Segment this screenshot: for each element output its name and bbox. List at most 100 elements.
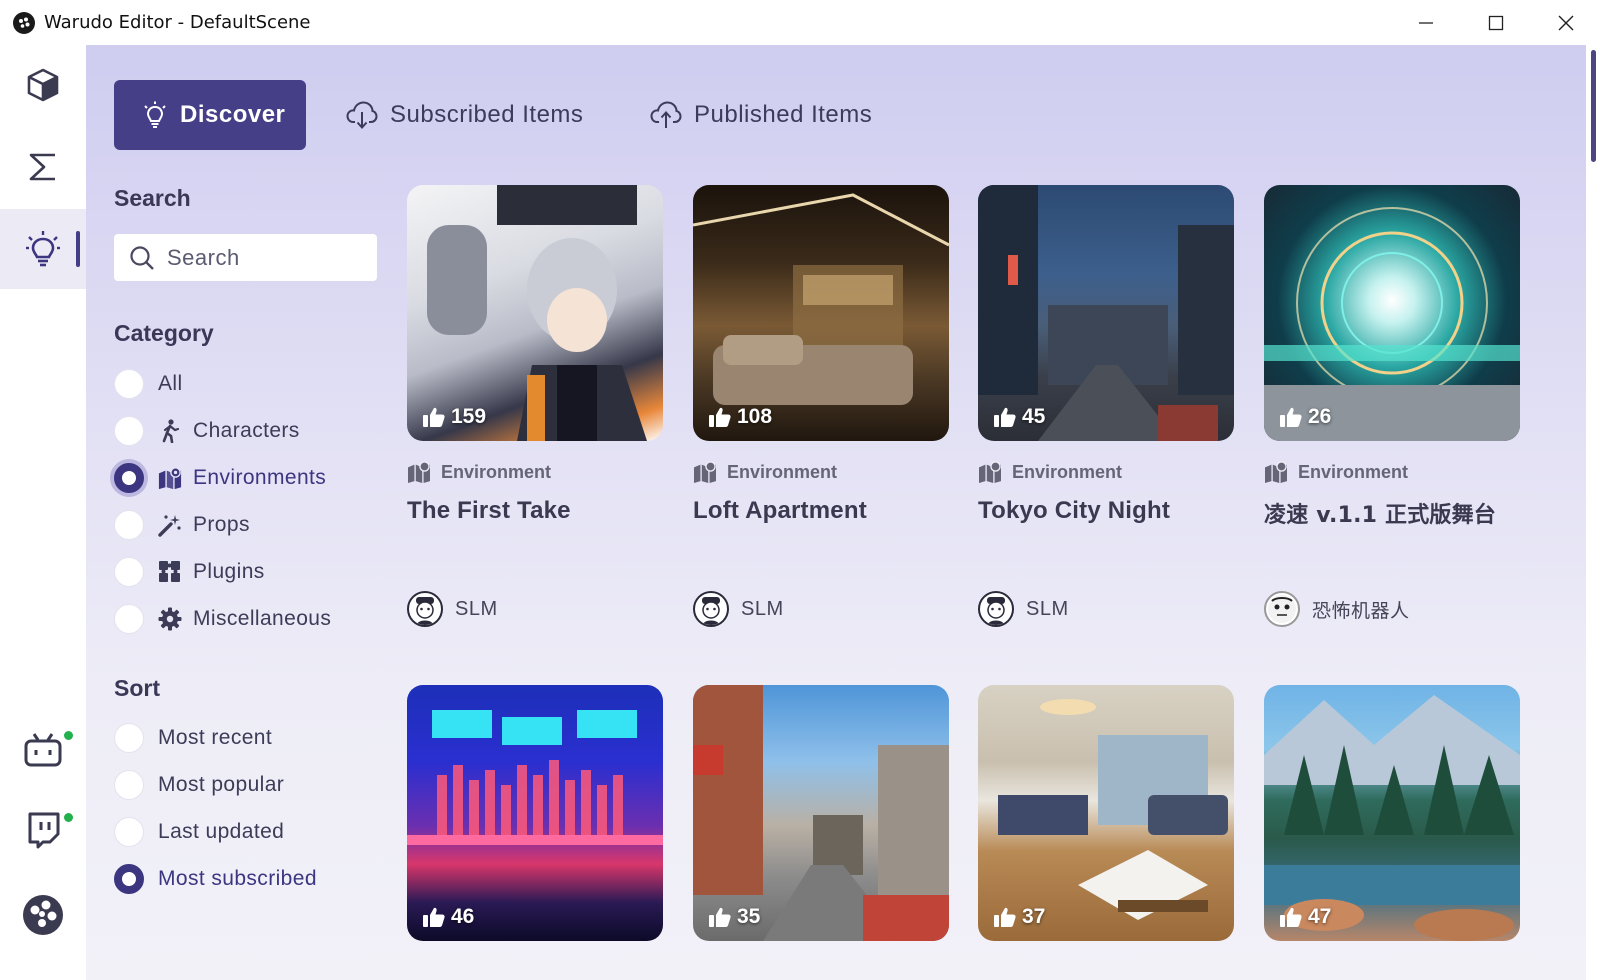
workshop-card[interactable]: 37	[978, 685, 1234, 941]
thumbs-up-icon	[709, 907, 731, 927]
author-name: SLM	[1026, 597, 1069, 620]
card-category: Environment	[693, 461, 949, 483]
card-author[interactable]: SLM	[693, 591, 784, 627]
rail-logo-button[interactable]	[0, 875, 86, 955]
card-author[interactable]: SLM	[978, 591, 1069, 627]
thumbnail-art	[427, 185, 647, 441]
sort-label: Last updated	[158, 820, 285, 843]
workshop-card[interactable]: 45 Environment Tokyo City Night SLM	[978, 185, 1234, 627]
workshop-card[interactable]: 47	[1264, 685, 1520, 941]
radio-button[interactable]	[114, 604, 144, 634]
map-icon	[979, 461, 1001, 483]
radio-button[interactable]	[114, 369, 144, 399]
card-thumbnail[interactable]: 45	[978, 185, 1234, 441]
search-input[interactable]	[167, 244, 367, 271]
avatar	[1264, 591, 1300, 627]
sigma-icon	[29, 153, 55, 181]
workshop-card[interactable]: 26 Environment 凌速 v.1.1 正式版舞台 恐怖机器人	[1264, 185, 1520, 627]
likes-count: 47	[1280, 905, 1331, 929]
cloud-upload-icon	[650, 101, 682, 128]
search-icon	[130, 245, 154, 270]
thumbs-up-icon	[994, 907, 1016, 927]
category-label: Props	[193, 513, 250, 536]
tab-subscribed-items[interactable]: Subscribed Items	[346, 80, 583, 150]
card-category: Environment	[407, 461, 663, 483]
tab-published-items[interactable]: Published Items	[650, 80, 872, 150]
radio-button[interactable]	[114, 510, 144, 540]
search-field[interactable]	[114, 234, 377, 281]
lightbulb-icon	[26, 231, 60, 267]
map-icon	[1265, 461, 1287, 483]
radio-button[interactable]	[114, 557, 144, 587]
workshop-card[interactable]: 159 Environment The First Take SLM	[407, 185, 663, 627]
rail-blueprint-button[interactable]	[0, 127, 86, 207]
card-thumbnail[interactable]: 46	[407, 685, 663, 941]
title-bar: Warudo Editor - DefaultScene	[0, 0, 1602, 45]
workshop-card[interactable]: 108 Environment Loft Apartment SLM	[693, 185, 949, 627]
workshop-card[interactable]: 46	[407, 685, 663, 941]
category-label: Miscellaneous	[193, 607, 332, 630]
person-walking-icon	[158, 419, 182, 443]
card-thumbnail[interactable]: 47	[1264, 685, 1520, 941]
card-author[interactable]: 恐怖机器人	[1264, 591, 1410, 627]
warudo-logo-icon	[23, 895, 63, 935]
category-option-characters[interactable]: Characters	[114, 411, 300, 451]
thumbnail-art	[998, 699, 1228, 920]
card-thumbnail[interactable]: 35	[693, 685, 949, 941]
category-option-all[interactable]: All	[114, 364, 183, 404]
likes-count: 35	[709, 905, 760, 929]
radio-button[interactable]	[114, 770, 144, 800]
avatar	[407, 591, 443, 627]
card-thumbnail[interactable]: 159	[407, 185, 663, 441]
tab-discover-label: Discover	[180, 101, 286, 128]
close-button[interactable]	[1532, 0, 1600, 45]
rail-bilibili-button[interactable]	[0, 710, 86, 790]
search-heading: Search	[114, 185, 191, 211]
sort-option-last-updated[interactable]: Last updated	[114, 812, 284, 852]
minimize-button[interactable]	[1392, 0, 1460, 45]
sort-option-most-recent[interactable]: Most recent	[114, 718, 272, 758]
avatar	[693, 591, 729, 627]
thumbnail-art	[693, 685, 949, 941]
workshop-card[interactable]: 35	[693, 685, 949, 941]
card-thumbnail[interactable]: 37	[978, 685, 1234, 941]
bilibili-icon	[24, 733, 62, 767]
thumbs-up-icon	[1280, 907, 1302, 927]
scrollbar-thumb[interactable]	[1591, 50, 1596, 162]
author-name: 恐怖机器人	[1312, 599, 1410, 622]
sort-option-most-subscribed[interactable]: Most subscribed	[114, 859, 317, 899]
category-option-plugins[interactable]: Plugins	[114, 552, 265, 592]
card-category: Environment	[1264, 461, 1520, 483]
rail-twitch-button[interactable]	[0, 791, 86, 871]
warudo-app-icon	[13, 11, 35, 34]
card-thumbnail[interactable]: 26	[1264, 185, 1520, 441]
radio-button[interactable]	[114, 416, 144, 446]
tab-discover[interactable]: Discover	[114, 80, 306, 150]
thumbnail-art	[407, 710, 663, 845]
rail-discover-button[interactable]	[0, 209, 86, 289]
thumbs-up-icon	[423, 407, 445, 427]
card-title[interactable]: Tokyo City Night	[978, 497, 1234, 525]
radio-button[interactable]	[114, 817, 144, 847]
sort-option-most-popular[interactable]: Most popular	[114, 765, 284, 805]
map-icon	[158, 466, 182, 490]
radio-button[interactable]	[114, 463, 144, 493]
thumbs-up-icon	[1280, 407, 1302, 427]
rail-scene-button[interactable]	[0, 45, 86, 125]
sort-heading: Sort	[114, 675, 160, 701]
category-option-environments[interactable]: Environments	[114, 458, 326, 498]
card-title[interactable]: Loft Apartment	[693, 497, 949, 525]
card-category: Environment	[978, 461, 1234, 483]
category-option-props[interactable]: Props	[114, 505, 250, 545]
category-option-miscellaneous[interactable]: Miscellaneous	[114, 599, 331, 639]
card-title[interactable]: The First Take	[407, 497, 663, 525]
radio-button[interactable]	[114, 723, 144, 753]
vertical-scrollbar[interactable]	[1586, 45, 1602, 980]
card-title[interactable]: 凌速 v.1.1 正式版舞台	[1264, 497, 1520, 529]
discover-panel: Discover Subscribed Items Published Item…	[86, 45, 1586, 980]
sort-label: Most popular	[158, 773, 285, 796]
card-thumbnail[interactable]: 108	[693, 185, 949, 441]
radio-button[interactable]	[114, 864, 144, 894]
maximize-button[interactable]	[1462, 0, 1530, 45]
card-author[interactable]: SLM	[407, 591, 498, 627]
